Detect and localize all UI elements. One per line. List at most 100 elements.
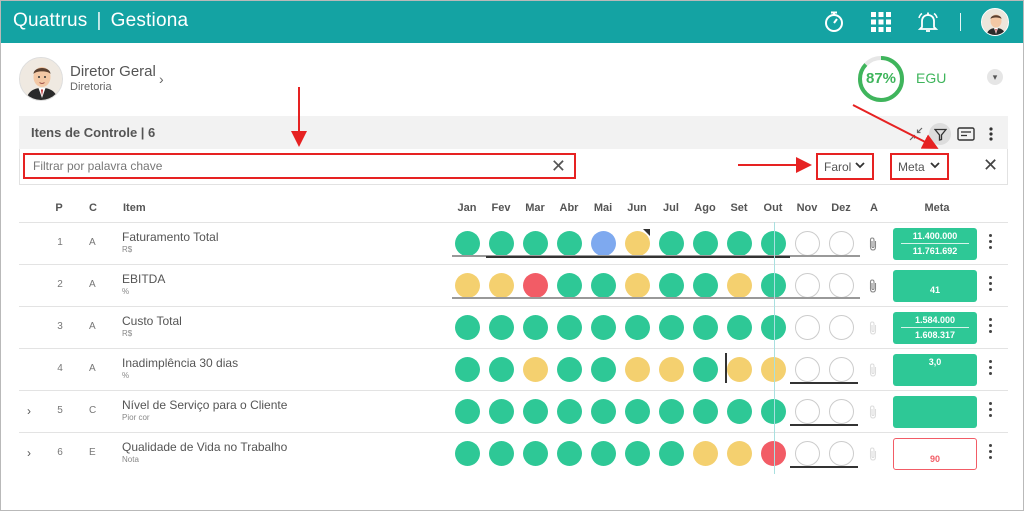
status-dot-mai[interactable] [590, 357, 616, 382]
header-meta[interactable]: Meta [917, 202, 957, 214]
paperclip-icon[interactable] [869, 321, 877, 338]
status-dot-jan[interactable] [454, 273, 480, 298]
meta-box[interactable]: 90 [893, 438, 977, 470]
table-row[interactable]: › 6 E Qualidade de Vida no Trabalho Nota 90 [19, 432, 1008, 474]
status-dot-set[interactable] [726, 273, 752, 298]
header-p[interactable]: P [42, 202, 76, 214]
table-row[interactable]: 4 A Inadimplência 30 dias% 3,0 [19, 348, 1008, 390]
status-dot-jun[interactable] [624, 273, 650, 298]
status-dot-jul[interactable] [658, 357, 684, 382]
status-dot-jan[interactable] [454, 231, 480, 256]
status-dot-jul[interactable] [658, 441, 684, 466]
status-dot-set[interactable] [726, 441, 752, 466]
expand-row-icon[interactable]: › [27, 404, 31, 418]
paperclip-icon[interactable] [869, 447, 877, 464]
item-name[interactable]: Custo Total [122, 314, 182, 328]
status-dot-abr[interactable] [556, 315, 582, 340]
status-dot-mai[interactable] [590, 231, 616, 256]
status-dot-jun[interactable] [624, 315, 650, 340]
row-more-icon[interactable] [989, 444, 993, 459]
status-dot-abr[interactable] [556, 357, 582, 382]
status-dot-jul[interactable] [658, 231, 684, 256]
status-dot-mar[interactable] [522, 441, 548, 466]
status-dot-dez[interactable] [828, 357, 854, 382]
item-name[interactable]: Faturamento Total [122, 230, 219, 244]
status-dot-abr[interactable] [556, 441, 582, 466]
status-dot-jan[interactable] [454, 315, 480, 340]
status-dot-set[interactable] [726, 231, 752, 256]
row-more-icon[interactable] [989, 402, 993, 417]
status-dot-mai[interactable] [590, 441, 616, 466]
meta-box[interactable]: 11.400.000 11.761.692 [893, 228, 977, 260]
item-name[interactable]: Inadimplência 30 dias [122, 356, 238, 370]
item-name[interactable]: EBITDA [122, 272, 165, 286]
status-dot-abr[interactable] [556, 399, 582, 424]
status-dot-jun[interactable] [624, 441, 650, 466]
status-dot-out[interactable] [760, 315, 786, 340]
status-dot-fev[interactable] [488, 357, 514, 382]
row-more-icon[interactable] [989, 318, 993, 333]
status-dot-jan[interactable] [454, 399, 480, 424]
status-dot-out[interactable] [760, 399, 786, 424]
status-dot-jun[interactable] [624, 357, 650, 382]
status-dot-mai[interactable] [590, 273, 616, 298]
item-name[interactable]: Qualidade de Vida no Trabalho [122, 440, 287, 454]
table-row[interactable]: 2 A EBITDA% 41 [19, 264, 1008, 306]
status-dot-mar[interactable] [522, 231, 548, 256]
status-dot-out[interactable] [760, 441, 786, 466]
status-dot-fev[interactable] [488, 273, 514, 298]
status-dot-abr[interactable] [556, 273, 582, 298]
paperclip-icon[interactable] [869, 237, 877, 254]
status-dot-jul[interactable] [658, 399, 684, 424]
status-dot-fev[interactable] [488, 399, 514, 424]
header-item[interactable]: Item [123, 202, 146, 214]
status-dot-mai[interactable] [590, 315, 616, 340]
status-dot-ago[interactable] [692, 273, 718, 298]
status-dot-dez[interactable] [828, 231, 854, 256]
status-dot-ago[interactable] [692, 357, 718, 382]
status-dot-ago[interactable] [692, 231, 718, 256]
meta-box[interactable]: 3,0 [893, 354, 977, 386]
status-dot-fev[interactable] [488, 315, 514, 340]
expand-row-icon[interactable]: › [27, 446, 31, 460]
status-dot-nov[interactable] [794, 231, 820, 256]
status-dot-jul[interactable] [658, 315, 684, 340]
status-dot-fev[interactable] [488, 231, 514, 256]
status-dot-set[interactable] [726, 399, 752, 424]
status-dot-jul[interactable] [658, 273, 684, 298]
meta-box[interactable] [893, 396, 977, 428]
status-dot-nov[interactable] [794, 273, 820, 298]
status-dot-ago[interactable] [692, 441, 718, 466]
status-dot-nov[interactable] [794, 357, 820, 382]
table-row[interactable]: 3 A Custo Total R$ 1.584.000 1.608.317 [19, 306, 1008, 348]
status-dot-nov[interactable] [794, 399, 820, 424]
status-dot-out[interactable] [760, 357, 786, 382]
row-more-icon[interactable] [989, 360, 993, 375]
status-dot-dez[interactable] [828, 315, 854, 340]
status-dot-nov[interactable] [794, 315, 820, 340]
status-dot-dez[interactable] [828, 273, 854, 298]
status-dot-jun[interactable] [624, 399, 650, 424]
status-dot-set[interactable] [726, 357, 752, 382]
row-more-icon[interactable] [989, 234, 993, 249]
paperclip-icon[interactable] [869, 405, 877, 422]
status-dot-ago[interactable] [692, 399, 718, 424]
table-row[interactable]: › 5 C Nível de Serviço para o Cliente Pior c… [19, 390, 1008, 432]
paperclip-icon[interactable] [869, 363, 877, 380]
meta-box[interactable]: 1.584.000 1.608.317 [893, 312, 977, 344]
status-dot-ago[interactable] [692, 315, 718, 340]
status-dot-mar[interactable] [522, 357, 548, 382]
status-dot-fev[interactable] [488, 441, 514, 466]
status-dot-dez[interactable] [828, 441, 854, 466]
status-dot-out[interactable] [760, 231, 786, 256]
meta-box[interactable]: 41 [893, 270, 977, 302]
paperclip-icon[interactable] [869, 279, 877, 296]
status-dot-abr[interactable] [556, 231, 582, 256]
status-dot-jan[interactable] [454, 441, 480, 466]
item-name[interactable]: Nível de Serviço para o Cliente [122, 398, 287, 412]
status-dot-jan[interactable] [454, 357, 480, 382]
status-dot-mar[interactable] [522, 399, 548, 424]
comment-flag-icon[interactable] [643, 229, 650, 236]
status-dot-dez[interactable] [828, 399, 854, 424]
status-dot-set[interactable] [726, 315, 752, 340]
